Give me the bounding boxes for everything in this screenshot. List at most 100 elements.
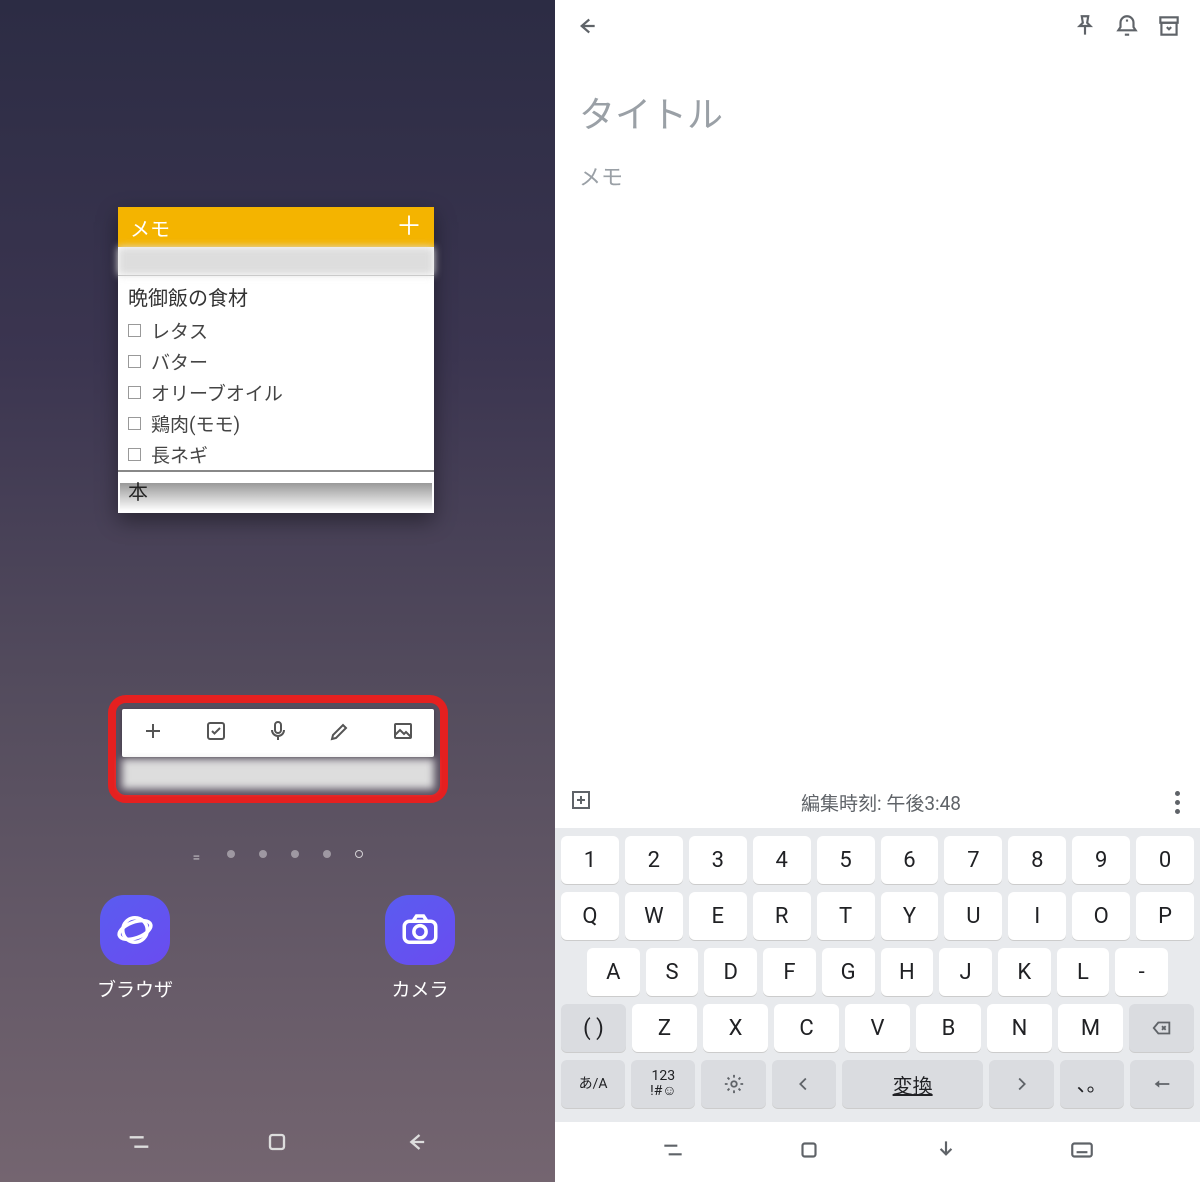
checklist-item[interactable]: 鶏肉(モモ) (118, 408, 434, 439)
settings-key[interactable] (701, 1060, 765, 1108)
back-icon[interactable] (402, 1128, 430, 1160)
convert-key[interactable]: 変換 (842, 1060, 983, 1108)
checkbox-icon[interactable] (128, 355, 141, 368)
key-z[interactable]: Z (632, 1004, 697, 1052)
checklist-item[interactable]: レタス (118, 315, 434, 346)
key-k[interactable]: K (998, 948, 1051, 996)
title-input[interactable]: タイトル (579, 86, 1176, 138)
checklist-item[interactable]: オリーブオイル (118, 377, 434, 408)
mode-key[interactable]: あ/A (561, 1060, 625, 1108)
key-r[interactable]: R (753, 892, 811, 940)
editor-body[interactable]: タイトル メモ (555, 56, 1200, 776)
checkbox-icon[interactable] (128, 417, 141, 430)
key-a[interactable]: A (587, 948, 640, 996)
backspace-key[interactable] (1129, 1004, 1194, 1052)
checkbox-icon[interactable] (128, 448, 141, 461)
key-3[interactable]: 3 (689, 836, 747, 884)
widget-list-title[interactable]: 晩御飯の食材 (118, 275, 434, 315)
key-0[interactable]: 0 (1136, 836, 1194, 884)
browser-label: ブラウザ (90, 975, 180, 1002)
voice-note-icon[interactable] (266, 719, 290, 747)
right-arrow-key[interactable] (989, 1060, 1053, 1108)
camera-icon (385, 895, 455, 965)
enter-key[interactable] (1130, 1060, 1194, 1108)
keyboard-hide-icon[interactable] (933, 1137, 959, 1167)
key-m[interactable]: M (1058, 1004, 1123, 1052)
key-e[interactable]: E (689, 892, 747, 940)
key-4[interactable]: 4 (753, 836, 811, 884)
key-1[interactable]: 1 (561, 836, 619, 884)
key-h[interactable]: H (881, 948, 934, 996)
left-arrow-key[interactable] (772, 1060, 836, 1108)
home-icon[interactable] (263, 1128, 291, 1160)
key-6[interactable]: 6 (881, 836, 939, 884)
key-7[interactable]: 7 (944, 836, 1002, 884)
add-note-icon[interactable]: ＋ (396, 214, 422, 240)
key-5[interactable]: 5 (817, 836, 875, 884)
checklist-item-label: オリーブオイル (151, 379, 283, 406)
key-y[interactable]: Y (881, 892, 939, 940)
checklist-item[interactable]: バター (118, 346, 434, 377)
quickbar-highlight (108, 695, 448, 803)
key-d[interactable]: D (704, 948, 757, 996)
home-icon[interactable] (796, 1137, 822, 1167)
back-arrow-icon[interactable] (573, 13, 599, 43)
memo-input[interactable]: メモ (579, 160, 1176, 192)
page-dot[interactable] (323, 850, 331, 858)
key-b[interactable]: B (916, 1004, 981, 1052)
edit-time: 編集時刻: 午後3:48 (593, 789, 1169, 816)
key-j[interactable]: J (939, 948, 992, 996)
more-menu-icon[interactable] (1169, 785, 1186, 820)
key-p[interactable]: P (1136, 892, 1194, 940)
key-9[interactable]: 9 (1072, 836, 1130, 884)
checkbox-icon[interactable] (128, 386, 141, 399)
key-s[interactable]: S (646, 948, 699, 996)
camera-app[interactable]: カメラ (375, 895, 465, 1002)
checkbox-icon[interactable] (128, 324, 141, 337)
punctuation-key[interactable]: 、。 (1060, 1060, 1124, 1108)
symbols-key[interactable]: 123 !#☺ (631, 1060, 695, 1108)
key-u[interactable]: U (944, 892, 1002, 940)
new-note-icon[interactable] (141, 719, 165, 747)
key-l[interactable]: L (1057, 948, 1110, 996)
recents-icon[interactable] (125, 1128, 153, 1160)
key-t[interactable]: T (817, 892, 875, 940)
keyboard: 1234567890 QWERTYUIOP ASDFGHJKL- ( ) Z X… (555, 828, 1200, 1122)
key-2[interactable]: 2 (625, 836, 683, 884)
homescreen: メモ ＋ 晩御飯の食材 レタスバターオリーブオイル鶏肉(モモ)長ネギ 本 = (0, 0, 555, 1182)
apps-drawer-dot[interactable]: = (193, 850, 203, 866)
key-g[interactable]: G (822, 948, 875, 996)
page-dot-current[interactable] (355, 850, 363, 858)
key-f[interactable]: F (763, 948, 816, 996)
key-c[interactable]: C (774, 1004, 839, 1052)
pin-icon[interactable] (1072, 13, 1098, 43)
archive-icon[interactable] (1156, 13, 1182, 43)
widget-shadow (120, 483, 432, 511)
key-parentheses[interactable]: ( ) (561, 1004, 626, 1052)
keyboard-icon[interactable] (1069, 1137, 1095, 1167)
checklist-item[interactable]: 長ネギ (118, 439, 434, 470)
page-dot[interactable] (259, 850, 267, 858)
browser-app[interactable]: ブラウザ (90, 895, 180, 1002)
key-o[interactable]: O (1072, 892, 1130, 940)
image-note-icon[interactable] (391, 719, 415, 747)
add-attachment-icon[interactable] (569, 788, 593, 816)
key-w[interactable]: W (625, 892, 683, 940)
key-v[interactable]: V (845, 1004, 910, 1052)
page-dot[interactable] (227, 850, 235, 858)
key--[interactable]: - (1115, 948, 1168, 996)
page-dot[interactable] (291, 850, 299, 858)
new-list-icon[interactable] (204, 719, 228, 747)
system-navbar-right (555, 1122, 1200, 1182)
keep-list-widget[interactable]: メモ ＋ 晩御飯の食材 レタスバターオリーブオイル鶏肉(モモ)長ネギ 本 (118, 207, 434, 513)
page-indicator[interactable]: = (0, 850, 555, 866)
recents-icon[interactable] (660, 1137, 686, 1167)
key-x[interactable]: X (703, 1004, 768, 1052)
key-q[interactable]: Q (561, 892, 619, 940)
checklist-item-label: バター (151, 348, 208, 375)
key-n[interactable]: N (987, 1004, 1052, 1052)
reminder-icon[interactable] (1114, 13, 1140, 43)
key-i[interactable]: I (1008, 892, 1066, 940)
drawing-note-icon[interactable] (328, 719, 352, 747)
key-8[interactable]: 8 (1008, 836, 1066, 884)
